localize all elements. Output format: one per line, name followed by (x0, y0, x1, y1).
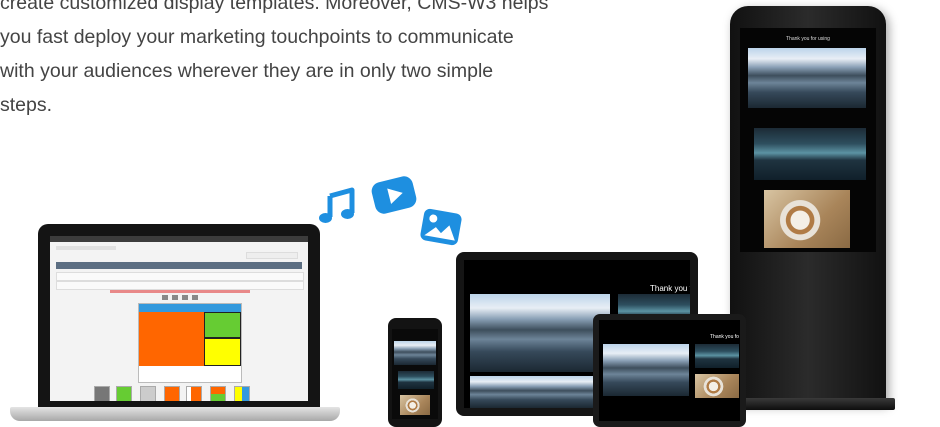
lake-photo (603, 344, 689, 396)
lake-photo (695, 344, 739, 368)
template-thumbnail[interactable] (116, 386, 132, 401)
lake-photo (754, 128, 866, 180)
laptop-base (10, 407, 340, 421)
music-note-icon (319, 187, 355, 223)
intro-line: steps. (0, 94, 53, 116)
layout-canvas[interactable] (138, 303, 242, 383)
intro-line: create customized display templates. Mor… (0, 0, 549, 14)
lake-photo (398, 371, 434, 389)
intro-line: with your audiences wherever they are in… (0, 60, 494, 82)
coffee-photo (695, 374, 739, 398)
intro-paragraph: create customized display templates. Mor… (0, 0, 627, 122)
layout-zone-header[interactable] (139, 304, 241, 312)
form-row[interactable] (56, 272, 304, 281)
notice-text (110, 290, 250, 293)
template-thumbnail[interactable] (234, 386, 250, 401)
coffee-photo (764, 190, 850, 248)
play-icon (371, 176, 417, 214)
lake-photo (748, 48, 866, 108)
template-thumbnail[interactable] (140, 386, 156, 401)
layout-zone-main[interactable] (139, 312, 204, 366)
laptop-screen (50, 236, 308, 401)
form-row[interactable] (56, 281, 304, 290)
kiosk-base (723, 398, 895, 410)
coffee-photo (400, 395, 430, 415)
layout-toolbar[interactable] (162, 295, 202, 300)
kiosk-screen: Thank you for using (740, 28, 876, 252)
panel-header (56, 262, 302, 269)
small-tablet-screen: Thank you fo (599, 320, 740, 421)
tablet-caption: Thank you for (650, 284, 690, 293)
lake-photo (470, 376, 610, 408)
intro-line: you fast deploy your marketing touchpoin… (0, 26, 514, 48)
app-topbar (50, 236, 308, 242)
template-thumbnail[interactable] (186, 386, 202, 401)
small-tablet-caption: Thank you fo (710, 334, 739, 340)
layout-zone-side-top[interactable] (204, 312, 241, 338)
phone-device (388, 318, 442, 427)
small-tablet-device: Thank you fo (593, 314, 746, 427)
template-thumbnail[interactable] (210, 386, 226, 401)
action-buttons[interactable] (246, 252, 298, 259)
template-thumbnail[interactable] (94, 386, 110, 401)
template-thumbnail[interactable] (164, 386, 180, 401)
lake-photo (470, 294, 610, 372)
kiosk-display: Thank you for using (730, 6, 886, 404)
image-icon (420, 208, 462, 246)
laptop-device (38, 224, 320, 408)
breadcrumb (56, 246, 116, 250)
layout-zone-side-bottom[interactable] (204, 338, 241, 366)
lake-photo (394, 341, 436, 365)
kiosk-caption: Thank you for using (786, 36, 830, 42)
phone-screen (392, 329, 438, 419)
